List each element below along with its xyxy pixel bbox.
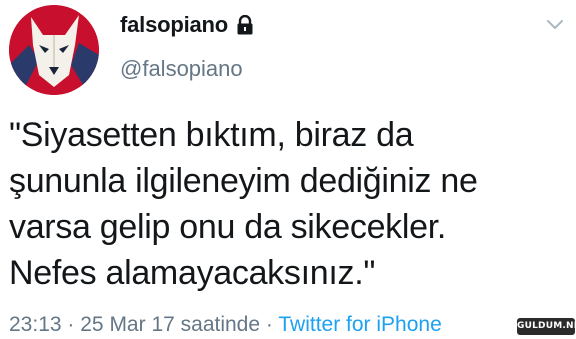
watermark-badge: GULDUM.NET: [517, 318, 576, 335]
lock-icon: [236, 14, 254, 35]
tweet-source-link[interactable]: Twitter for iPhone: [278, 313, 441, 336]
tweet-text-line: Nefes alamayacaksınız.": [9, 254, 376, 292]
display-name[interactable]: falsopiano: [120, 12, 228, 38]
tweet-text-line: "Siyasetten bıktım, biraz da: [9, 116, 414, 154]
tweet-card: falsopiano @falsopiano "Siyasetten bıktı…: [0, 0, 576, 339]
tweet-text-line: varsa gelip onu da sikecekler.: [9, 208, 447, 246]
user-handle[interactable]: @falsopiano: [120, 56, 243, 82]
tweet-meta: 23:13 · 25 Mar 17 saatinde · Twitter for…: [9, 313, 442, 337]
tweet-text-line: şununla ilgileneyim dediğiniz ne: [9, 162, 478, 200]
wolf-avatar-icon: [9, 5, 99, 95]
tweet-time[interactable]: 23:13: [9, 313, 62, 336]
meta-separator: ·: [67, 313, 75, 336]
meta-separator: ·: [265, 313, 273, 336]
avatar[interactable]: [9, 5, 99, 95]
tweet-text: "Siyasetten bıktım, biraz da şununla ilg…: [9, 112, 564, 296]
tweet-date[interactable]: 25 Mar 17 saatinde: [80, 313, 260, 336]
name-row: falsopiano: [120, 12, 254, 38]
chevron-down-icon[interactable]: [544, 14, 566, 36]
